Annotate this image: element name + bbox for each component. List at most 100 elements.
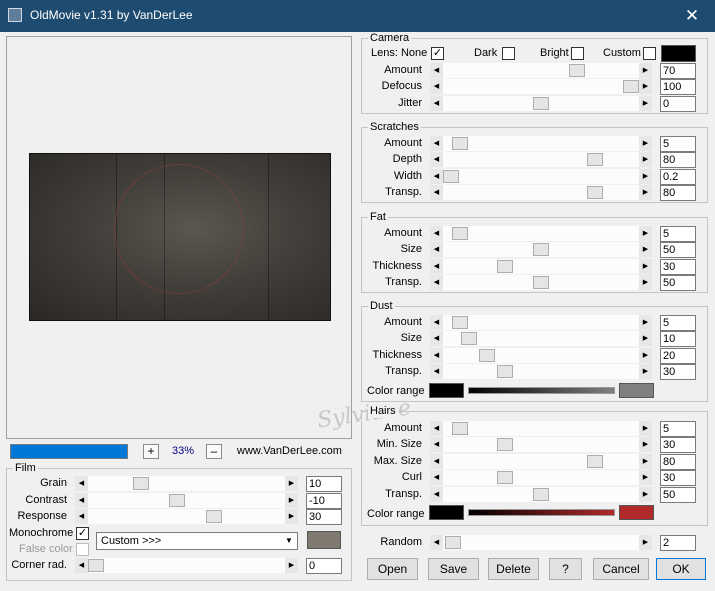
arrow-right-icon[interactable]: ▶ bbox=[639, 421, 652, 436]
film-corner-corner-rad-thumb[interactable] bbox=[88, 559, 104, 572]
zoom-out-button[interactable]: – bbox=[206, 444, 222, 459]
film-response-thumb[interactable] bbox=[206, 510, 222, 523]
arrow-right-icon[interactable]: ▶ bbox=[639, 437, 652, 453]
arrow-left-icon[interactable]: ◀ bbox=[75, 476, 88, 491]
hairs-amount-value[interactable]: 5 bbox=[660, 421, 696, 437]
fat-size-slider[interactable]: ◀ ▶ bbox=[430, 242, 652, 258]
arrow-right-icon[interactable]: ▶ bbox=[285, 492, 298, 508]
arrow-left-icon[interactable]: ◀ bbox=[430, 470, 443, 486]
camera-custom-color-swatch[interactable] bbox=[661, 45, 696, 62]
hairs-transp-slider[interactable]: ◀ ▶ bbox=[430, 486, 652, 502]
arrow-left-icon[interactable]: ◀ bbox=[430, 421, 443, 436]
fat-size-thumb[interactable] bbox=[533, 243, 549, 257]
random-random-slider[interactable]: ◀ ▶ bbox=[430, 535, 652, 550]
fat-amount-value[interactable]: 5 bbox=[660, 226, 696, 242]
ok-button[interactable]: OK bbox=[656, 558, 706, 580]
fat-thickness-value[interactable]: 30 bbox=[660, 258, 696, 275]
arrow-right-icon[interactable]: ▶ bbox=[639, 63, 652, 78]
scratches-depth-slider[interactable]: ◀ ▶ bbox=[430, 152, 652, 168]
arrow-left-icon[interactable]: ◀ bbox=[430, 226, 443, 241]
arrow-right-icon[interactable]: ▶ bbox=[639, 185, 652, 201]
lens-none-checkbox[interactable]: ✓ bbox=[431, 47, 444, 60]
arrow-right-icon[interactable]: ▶ bbox=[639, 242, 652, 258]
film-grain-thumb[interactable] bbox=[133, 477, 149, 490]
camera-amount-value[interactable]: 70 bbox=[660, 63, 696, 79]
film-grain-slider[interactable]: ◀ ▶ bbox=[75, 476, 298, 491]
camera-jitter-thumb[interactable] bbox=[533, 96, 549, 110]
film-corner-corner-rad-slider[interactable]: ◀ ▶ bbox=[75, 558, 298, 573]
arrow-right-icon[interactable]: ▶ bbox=[639, 470, 652, 486]
dust-size-thumb[interactable] bbox=[461, 332, 477, 346]
arrow-right-icon[interactable]: ▶ bbox=[639, 331, 652, 347]
hairs-transp-value[interactable]: 50 bbox=[660, 486, 696, 503]
false-color-checkbox[interactable] bbox=[76, 543, 89, 556]
arrow-right-icon[interactable]: ▶ bbox=[639, 168, 652, 184]
fat-transp-slider[interactable]: ◀ ▶ bbox=[430, 275, 652, 291]
camera-jitter-slider[interactable]: ◀ ▶ bbox=[430, 95, 652, 111]
random-random-value[interactable]: 2 bbox=[660, 535, 696, 551]
arrow-left-icon[interactable]: ◀ bbox=[430, 486, 443, 502]
arrow-right-icon[interactable]: ▶ bbox=[639, 315, 652, 330]
hairs-amount-thumb[interactable] bbox=[452, 422, 468, 435]
fat-transp-thumb[interactable] bbox=[533, 276, 549, 290]
camera-defocus-thumb[interactable] bbox=[623, 80, 639, 94]
arrow-left-icon[interactable]: ◀ bbox=[75, 509, 88, 524]
arrow-right-icon[interactable]: ▶ bbox=[639, 79, 652, 95]
arrow-left-icon[interactable]: ◀ bbox=[430, 168, 443, 184]
arrow-right-icon[interactable]: ▶ bbox=[639, 258, 652, 274]
dust-thickness-thumb[interactable] bbox=[479, 348, 495, 362]
arrow-left-icon[interactable]: ◀ bbox=[430, 79, 443, 95]
scratches-depth-thumb[interactable] bbox=[587, 153, 603, 167]
arrow-right-icon[interactable]: ▶ bbox=[285, 509, 298, 524]
dust-amount-slider[interactable]: ◀ ▶ bbox=[430, 315, 652, 330]
arrow-right-icon[interactable]: ▶ bbox=[639, 95, 652, 111]
hairs-max-size-slider[interactable]: ◀ ▶ bbox=[430, 453, 652, 469]
random-random-thumb[interactable] bbox=[445, 536, 461, 549]
fat-amount-slider[interactable]: ◀ ▶ bbox=[430, 226, 652, 241]
monochrome-checkbox[interactable]: ✓ bbox=[76, 527, 89, 540]
close-button[interactable]: ✕ bbox=[669, 0, 715, 32]
arrow-right-icon[interactable]: ▶ bbox=[639, 152, 652, 168]
scratches-amount-thumb[interactable] bbox=[452, 137, 468, 150]
film-corner-corner-rad-value[interactable]: 0 bbox=[306, 558, 342, 574]
arrow-left-icon[interactable]: ◀ bbox=[430, 364, 443, 380]
arrow-left-icon[interactable]: ◀ bbox=[430, 136, 443, 151]
hairs-curl-value[interactable]: 30 bbox=[660, 470, 696, 487]
arrow-right-icon[interactable]: ▶ bbox=[639, 535, 652, 550]
arrow-left-icon[interactable]: ◀ bbox=[430, 242, 443, 258]
arrow-left-icon[interactable]: ◀ bbox=[430, 152, 443, 168]
zoom-in-button[interactable]: + bbox=[143, 444, 159, 459]
dust-color-start-swatch[interactable] bbox=[429, 383, 464, 398]
scratches-width-slider[interactable]: ◀ ▶ bbox=[430, 168, 652, 184]
dust-thickness-slider[interactable]: ◀ ▶ bbox=[430, 347, 652, 363]
monochrome-preset-select[interactable]: Custom >>> ▼ bbox=[96, 532, 298, 550]
scratches-transp-thumb[interactable] bbox=[587, 186, 603, 200]
arrow-right-icon[interactable]: ▶ bbox=[639, 364, 652, 380]
dust-transp-value[interactable]: 30 bbox=[660, 364, 696, 381]
scratches-width-value[interactable]: 0.2 bbox=[660, 168, 696, 185]
film-contrast-slider[interactable]: ◀ ▶ bbox=[75, 492, 298, 508]
arrow-left-icon[interactable]: ◀ bbox=[430, 453, 443, 469]
arrow-right-icon[interactable]: ▶ bbox=[639, 486, 652, 502]
help-button[interactable]: ? bbox=[549, 558, 582, 580]
fat-thickness-thumb[interactable] bbox=[497, 259, 513, 273]
arrow-right-icon[interactable]: ▶ bbox=[639, 275, 652, 291]
scratches-transp-slider[interactable]: ◀ ▶ bbox=[430, 185, 652, 201]
hairs-min-size-slider[interactable]: ◀ ▶ bbox=[430, 437, 652, 453]
arrow-left-icon[interactable]: ◀ bbox=[75, 558, 88, 573]
arrow-left-icon[interactable]: ◀ bbox=[430, 258, 443, 274]
dark-checkbox[interactable] bbox=[502, 47, 515, 60]
arrow-left-icon[interactable]: ◀ bbox=[430, 275, 443, 291]
dust-thickness-value[interactable]: 20 bbox=[660, 347, 696, 364]
dust-amount-thumb[interactable] bbox=[452, 316, 468, 329]
hairs-min-size-thumb[interactable] bbox=[497, 438, 513, 452]
hairs-color-end-swatch[interactable] bbox=[619, 505, 654, 520]
arrow-left-icon[interactable]: ◀ bbox=[430, 535, 443, 550]
camera-jitter-value[interactable]: 0 bbox=[660, 95, 696, 112]
arrow-left-icon[interactable]: ◀ bbox=[430, 95, 443, 111]
fat-thickness-slider[interactable]: ◀ ▶ bbox=[430, 258, 652, 274]
hairs-min-size-value[interactable]: 30 bbox=[660, 437, 696, 454]
dust-transp-slider[interactable]: ◀ ▶ bbox=[430, 364, 652, 380]
scratches-amount-slider[interactable]: ◀ ▶ bbox=[430, 136, 652, 151]
open-button[interactable]: Open bbox=[367, 558, 418, 580]
